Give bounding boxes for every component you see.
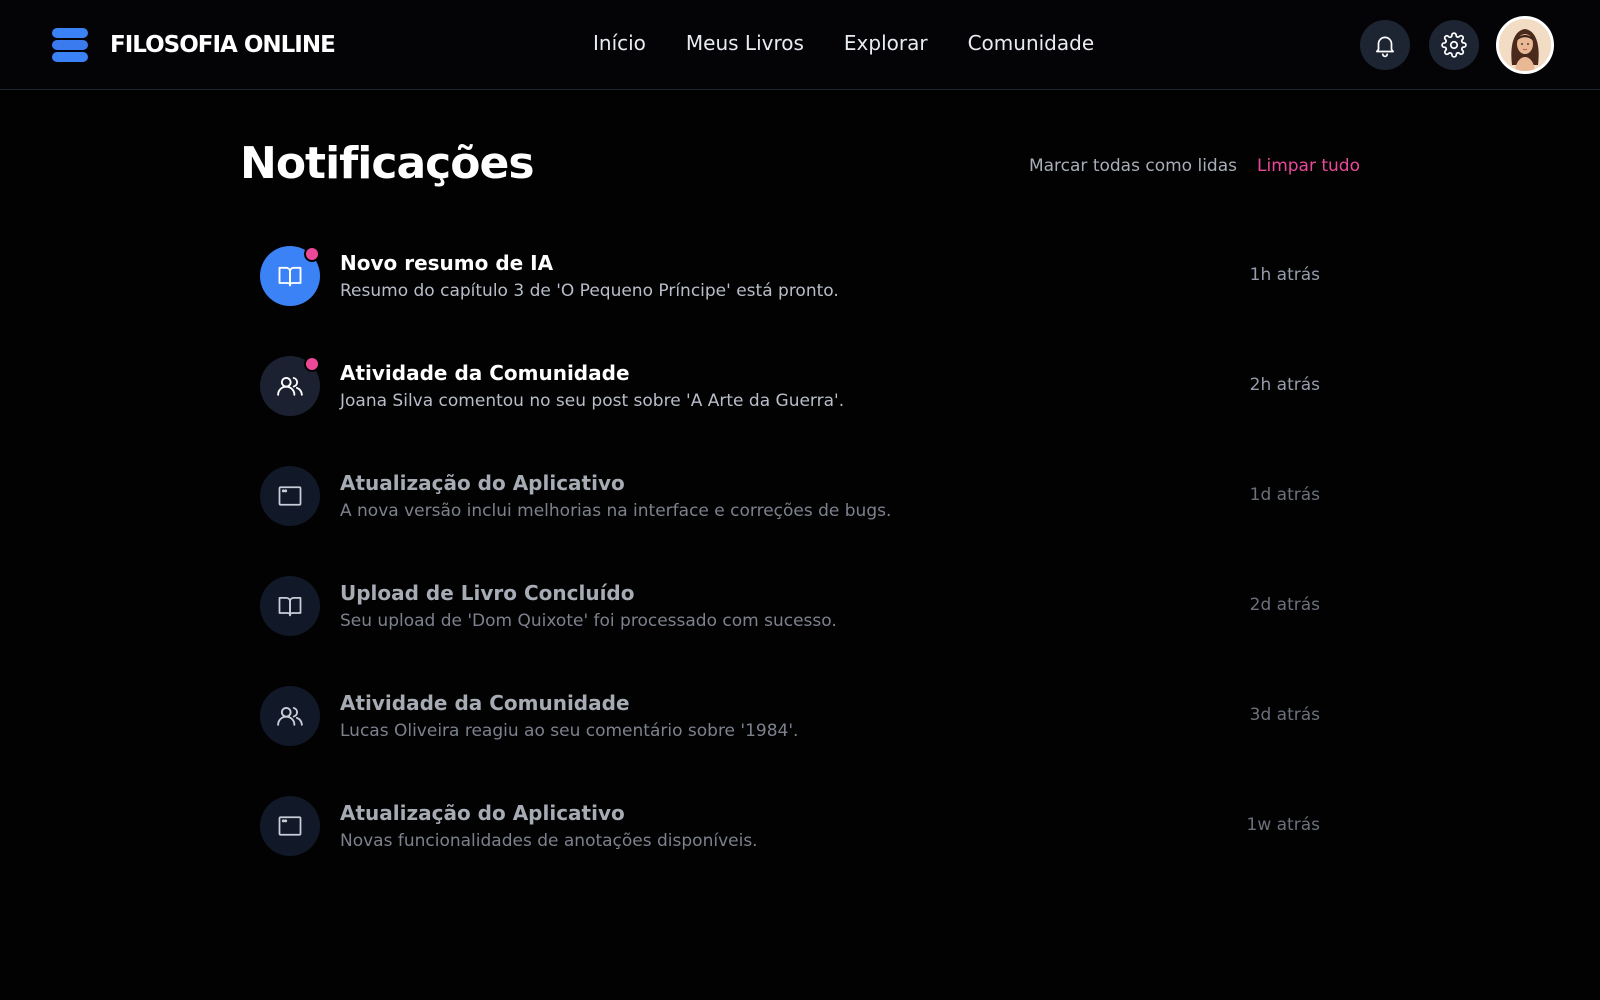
- notification-time: 2h atrás: [1249, 375, 1320, 395]
- notification-description: A nova versão inclui melhorias na interf…: [340, 501, 892, 521]
- notification-item[interactable]: Atividade da Comunidade Lucas Oliveira r…: [260, 661, 1340, 771]
- notification-time: 1w atrás: [1246, 815, 1320, 835]
- notification-icon-container: [260, 466, 320, 526]
- notifications-button[interactable]: [1360, 20, 1410, 70]
- notification-item[interactable]: Novo resumo de IA Resumo do capítulo 3 d…: [260, 221, 1340, 331]
- notification-description: Resumo do capítulo 3 de 'O Pequeno Prínc…: [340, 281, 839, 301]
- nav-explorar[interactable]: Explorar: [844, 31, 928, 55]
- unread-dot: [304, 356, 320, 372]
- brand[interactable]: FILOSOFIA ONLINE: [52, 27, 336, 63]
- mark-all-read-button[interactable]: Marcar todas como lidas: [1029, 156, 1237, 176]
- book-icon: [278, 596, 302, 617]
- notification-time: 1d atrás: [1249, 485, 1320, 505]
- user-avatar[interactable]: [1496, 16, 1554, 74]
- notification-title: Upload de Livro Concluído: [340, 581, 635, 605]
- bell-icon: [1376, 36, 1394, 58]
- notification-time: 2d atrás: [1249, 595, 1320, 615]
- notification-description: Novas funcionalidades de anotações dispo…: [340, 831, 758, 851]
- nav-comunidade[interactable]: Comunidade: [968, 31, 1095, 55]
- top-navbar: FILOSOFIA ONLINE Início Meus Livros Expl…: [0, 0, 1600, 90]
- gear-icon: [1441, 32, 1467, 58]
- notification-time: 1h atrás: [1249, 265, 1320, 285]
- notification-title: Atividade da Comunidade: [340, 361, 630, 385]
- notification-item[interactable]: Upload de Livro Concluído Seu upload de …: [260, 551, 1340, 661]
- avatar-portrait: [1499, 19, 1551, 71]
- notification-title: Atividade da Comunidade: [340, 691, 630, 715]
- app-window-icon: [278, 486, 302, 506]
- notification-title: Atualização do Aplicativo: [340, 801, 625, 825]
- app-window-icon: [278, 816, 302, 836]
- notification-icon-container: [260, 246, 320, 306]
- notification-description: Seu upload de 'Dom Quixote' foi processa…: [340, 611, 837, 631]
- notification-icon-container: [260, 356, 320, 416]
- unread-dot: [304, 246, 320, 262]
- notification-icon-container: [260, 796, 320, 856]
- nav-meus-livros[interactable]: Meus Livros: [686, 31, 804, 55]
- users-icon: [277, 376, 303, 396]
- notification-title: Novo resumo de IA: [340, 251, 554, 275]
- notification-icon-container: [260, 576, 320, 636]
- nav-inicio[interactable]: Início: [593, 31, 646, 55]
- notification-title: Atualização do Aplicativo: [340, 471, 625, 495]
- clear-all-button[interactable]: Limpar tudo: [1257, 156, 1360, 176]
- page-actions: Marcar todas como lidas Limpar tudo: [1029, 156, 1360, 176]
- notification-item[interactable]: Atualização do Aplicativo Novas funciona…: [260, 771, 1340, 881]
- book-icon: [278, 266, 302, 287]
- notification-description: Lucas Oliveira reagiu ao seu comentário …: [340, 721, 799, 741]
- notification-list: Novo resumo de IA Resumo do capítulo 3 d…: [260, 221, 1340, 881]
- notification-icon-container: [260, 686, 320, 746]
- notification-time: 3d atrás: [1249, 705, 1320, 725]
- main-nav: Início Meus Livros Explorar Comunidade: [593, 31, 1134, 55]
- users-icon: [277, 706, 303, 726]
- page-title: Notificações: [240, 138, 535, 189]
- settings-button[interactable]: [1429, 20, 1479, 70]
- notification-item[interactable]: Atualização do Aplicativo A nova versão …: [260, 441, 1340, 551]
- notification-item[interactable]: Atividade da Comunidade Joana Silva come…: [260, 331, 1340, 441]
- brand-name: FILOSOFIA ONLINE: [110, 32, 336, 58]
- logo-icon: [52, 27, 88, 63]
- notification-description: Joana Silva comentou no seu post sobre '…: [340, 391, 845, 411]
